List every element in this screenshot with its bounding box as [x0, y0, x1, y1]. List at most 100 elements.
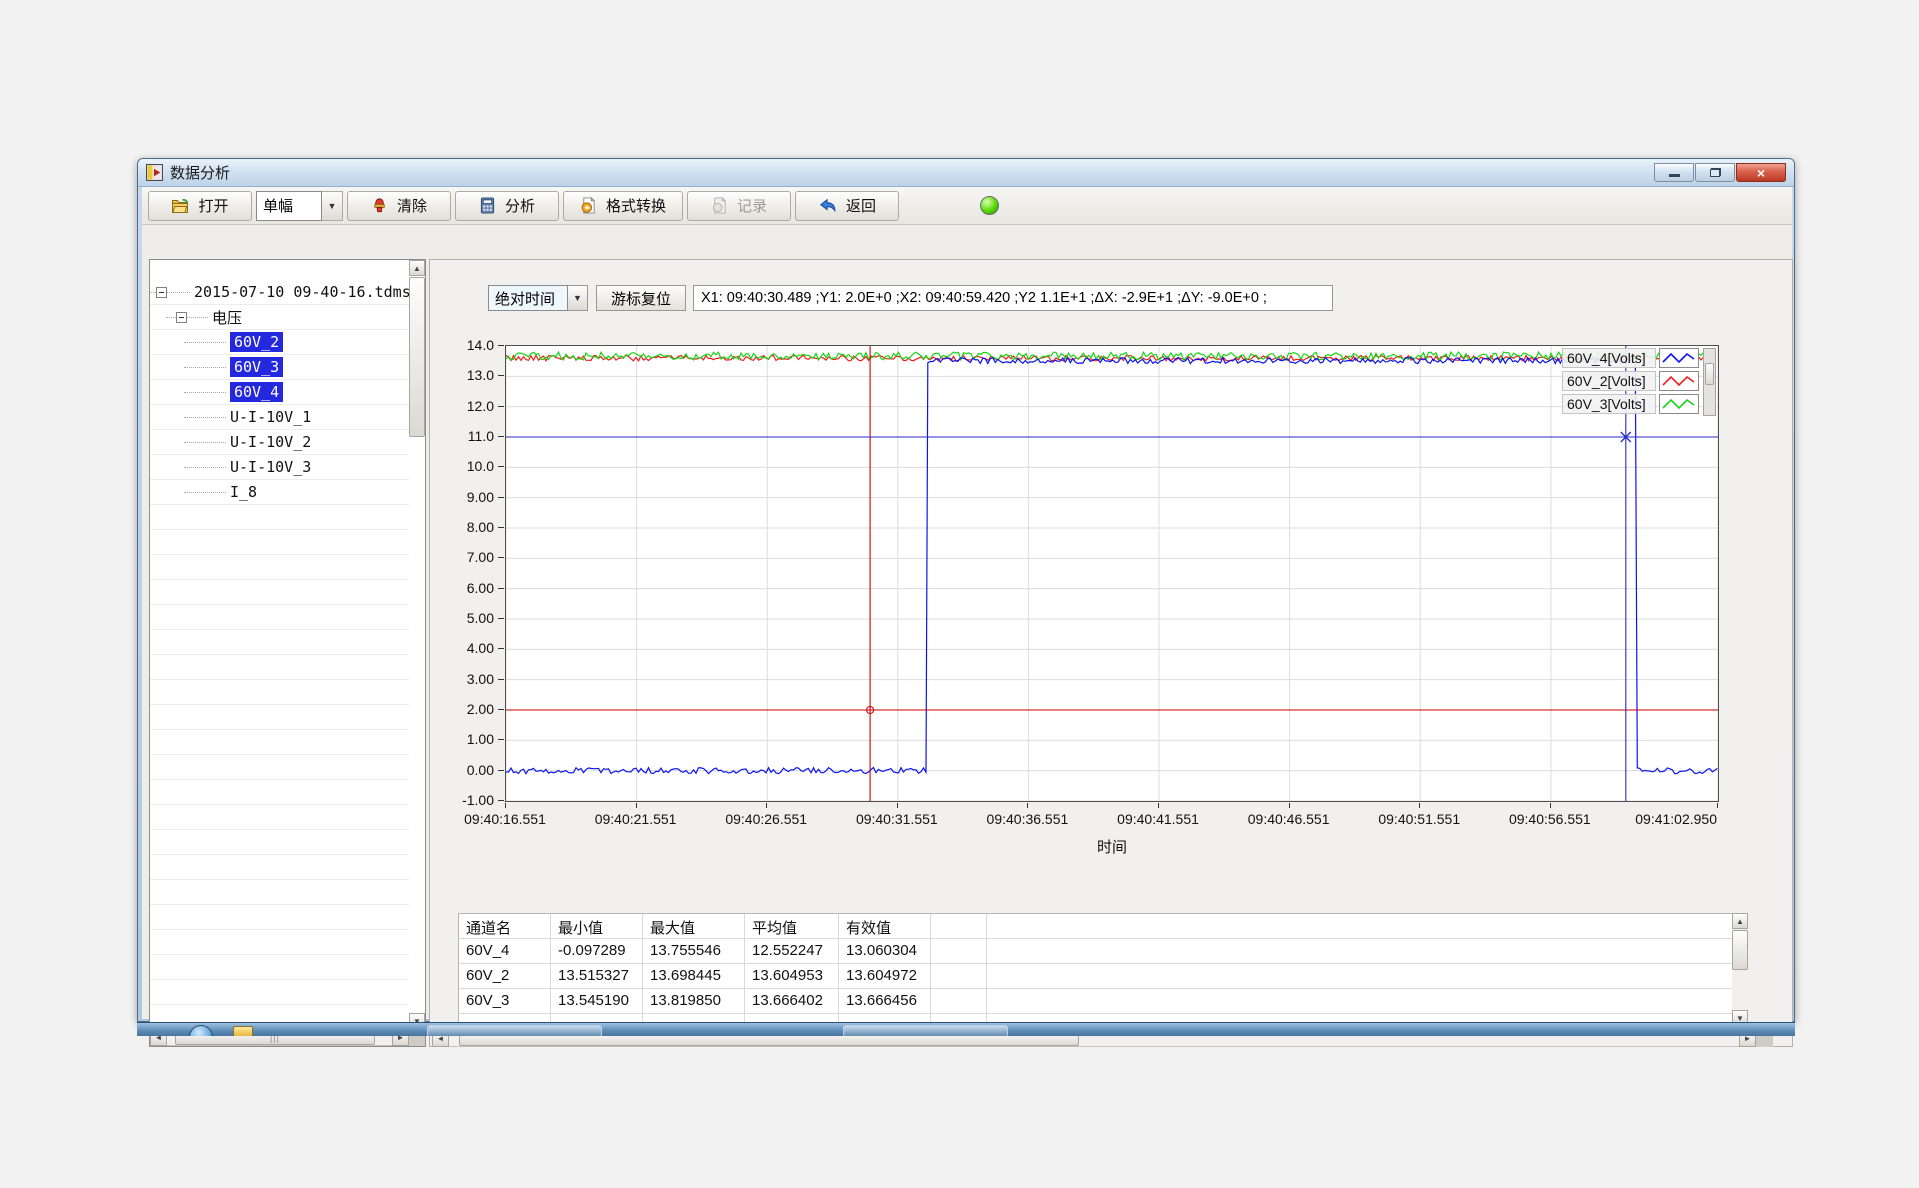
table-cell: 13.060304 — [839, 939, 931, 964]
legend-item-label[interactable]: 60V_4[Volts] — [1562, 348, 1656, 368]
tree-item[interactable]: 60V_3 — [150, 355, 409, 380]
scroll-up-icon[interactable]: ▲ — [409, 260, 425, 276]
tree-item[interactable]: U-I-10V_2 — [150, 430, 409, 455]
tree-item-label[interactable]: U-I-10V_1 — [230, 408, 311, 426]
y-tick-label: 7.00 — [434, 549, 494, 565]
tree-connector — [184, 467, 226, 468]
display-mode-value[interactable]: 单幅 — [256, 191, 322, 221]
tree-item[interactable]: U-I-10V_1 — [150, 405, 409, 430]
record-button[interactable]: 记录 — [687, 191, 791, 221]
tree-item-label[interactable]: U-I-10V_3 — [230, 458, 311, 476]
x-tick-label: 09:40:36.551 — [987, 811, 1069, 827]
y-tick-mark — [498, 375, 504, 376]
analyze-button[interactable]: 分析 — [455, 191, 559, 221]
x-tick-label: 09:40:41.551 — [1117, 811, 1199, 827]
waveform-plot[interactable] — [505, 345, 1719, 802]
y-tick-label: 3.00 — [434, 671, 494, 687]
record-file-icon — [711, 197, 728, 214]
tree-empty-row — [150, 580, 409, 605]
table-row: 60V_4-0.09728913.75554612.55224713.06030… — [459, 939, 1732, 964]
table-cell: 有效值 — [839, 914, 931, 939]
open-button-label: 打开 — [198, 195, 228, 216]
toolbar: 打开 单幅 ▼ 清除 分析 格式转换 — [142, 187, 1792, 225]
back-button-label: 返回 — [846, 195, 876, 216]
tree-item-label[interactable]: 60V_4 — [230, 382, 283, 402]
tree-empty-row — [150, 630, 409, 655]
channel-tree[interactable]: 2015-07-10 09-40-16.tdms 电压 60V_2 60V_3 60V_… — [150, 260, 409, 1029]
y-tick-mark — [498, 800, 504, 801]
plot-svg — [506, 346, 1718, 801]
chevron-down-icon[interactable]: ▼ — [568, 285, 588, 311]
tree-item-label[interactable]: I_8 — [230, 483, 257, 501]
y-tick-label: 12.0 — [434, 398, 494, 414]
back-button[interactable]: 返回 — [795, 191, 899, 221]
legend-item[interactable]: 60V_3[Volts] — [1562, 394, 1699, 414]
tree-item-label[interactable]: 60V_3 — [230, 357, 283, 377]
cursor-reset-button[interactable]: 游标复位 — [596, 285, 686, 311]
plot-legend: 60V_4[Volts] 60V_2[Volts] 60V_3[Volts] — [1562, 348, 1716, 416]
tree-item[interactable]: 60V_2 — [150, 330, 409, 355]
tree-expander-icon[interactable] — [176, 312, 187, 323]
tree-empty-row — [150, 855, 409, 880]
table-vscroll-thumb[interactable] — [1732, 930, 1748, 970]
time-mode-combo[interactable]: 绝对时间 — [488, 285, 568, 311]
table-cell: 60V_2 — [459, 964, 551, 989]
tree-empty-row — [150, 605, 409, 630]
x-tick-mark — [505, 803, 506, 808]
x-tick-label: 09:40:31.551 — [856, 811, 938, 827]
legend-scrollbar[interactable] — [1703, 348, 1716, 416]
app-icon — [146, 164, 163, 181]
tree-item[interactable]: 60V_4 — [150, 380, 409, 405]
close-button[interactable]: × — [1736, 163, 1786, 182]
client-area: 打开 单幅 ▼ 清除 分析 格式转换 — [142, 187, 1792, 1019]
format-convert-button[interactable]: 格式转换 — [563, 191, 683, 221]
open-button[interactable]: 打开 — [148, 191, 252, 221]
table-cell: 13.604972 — [839, 964, 931, 989]
table-cell: 通道名 — [459, 914, 551, 939]
tree-expander-icon[interactable] — [156, 287, 167, 298]
y-tick-label: 1.00 — [434, 731, 494, 747]
legend-item-label[interactable]: 60V_3[Volts] — [1562, 394, 1656, 414]
legend-item[interactable]: 60V_2[Volts] — [1562, 371, 1699, 391]
tree-item[interactable]: U-I-10V_3 — [150, 455, 409, 480]
tree-item-label[interactable]: 60V_2 — [230, 332, 283, 352]
tree-vscroll-thumb[interactable] — [409, 277, 425, 437]
y-tick-mark — [498, 648, 504, 649]
taskbar[interactable] — [137, 1022, 1795, 1036]
clear-button[interactable]: 清除 — [347, 191, 451, 221]
legend-item[interactable]: 60V_4[Volts] — [1562, 348, 1699, 368]
legend-scroll-thumb[interactable] — [1705, 363, 1714, 385]
legend-line-icon[interactable] — [1659, 394, 1699, 414]
table-cell: 13.604953 — [745, 964, 839, 989]
minimize-button[interactable] — [1654, 163, 1694, 182]
chevron-down-icon[interactable]: ▼ — [322, 191, 343, 221]
tree-vertical-scrollbar[interactable]: ▲ ▼ — [409, 260, 425, 1029]
x-tick-mark — [1717, 803, 1718, 808]
tree-item-label[interactable]: 电压 — [212, 307, 242, 328]
x-tick-label: 09:40:26.551 — [725, 811, 807, 827]
table-vertical-scrollbar[interactable]: ▲ ▼ — [1732, 913, 1748, 1026]
table-cell: 13.698445 — [643, 964, 745, 989]
table-cell: 13.545190 — [551, 989, 643, 1014]
table-cell — [987, 964, 1732, 989]
y-tick-mark — [498, 406, 504, 407]
scroll-up-icon[interactable]: ▲ — [1732, 913, 1748, 929]
legend-item-label[interactable]: 60V_2[Volts] — [1562, 371, 1656, 391]
y-tick-label: 14.0 — [434, 337, 494, 353]
restore-button[interactable] — [1695, 163, 1735, 182]
title-bar[interactable]: 数据分析 × — [138, 159, 1794, 187]
y-tick-mark — [498, 345, 504, 346]
open-folder-icon — [171, 197, 189, 215]
display-mode-combo[interactable]: 单幅 ▼ — [256, 191, 343, 221]
tree-item[interactable]: I_8 — [150, 480, 409, 505]
legend-line-icon[interactable] — [1659, 371, 1699, 391]
tree-item[interactable]: 2015-07-10 09-40-16.tdms — [150, 280, 409, 305]
clear-button-label: 清除 — [397, 195, 427, 216]
tree-item-label[interactable]: 2015-07-10 09-40-16.tdms — [194, 283, 409, 301]
x-tick-mark — [766, 803, 767, 808]
tree-empty-row — [150, 730, 409, 755]
tree-item-label[interactable]: U-I-10V_2 — [230, 433, 311, 451]
legend-line-icon[interactable] — [1659, 348, 1699, 368]
tree-item[interactable]: 电压 — [150, 305, 409, 330]
convert-file-icon — [580, 197, 597, 214]
